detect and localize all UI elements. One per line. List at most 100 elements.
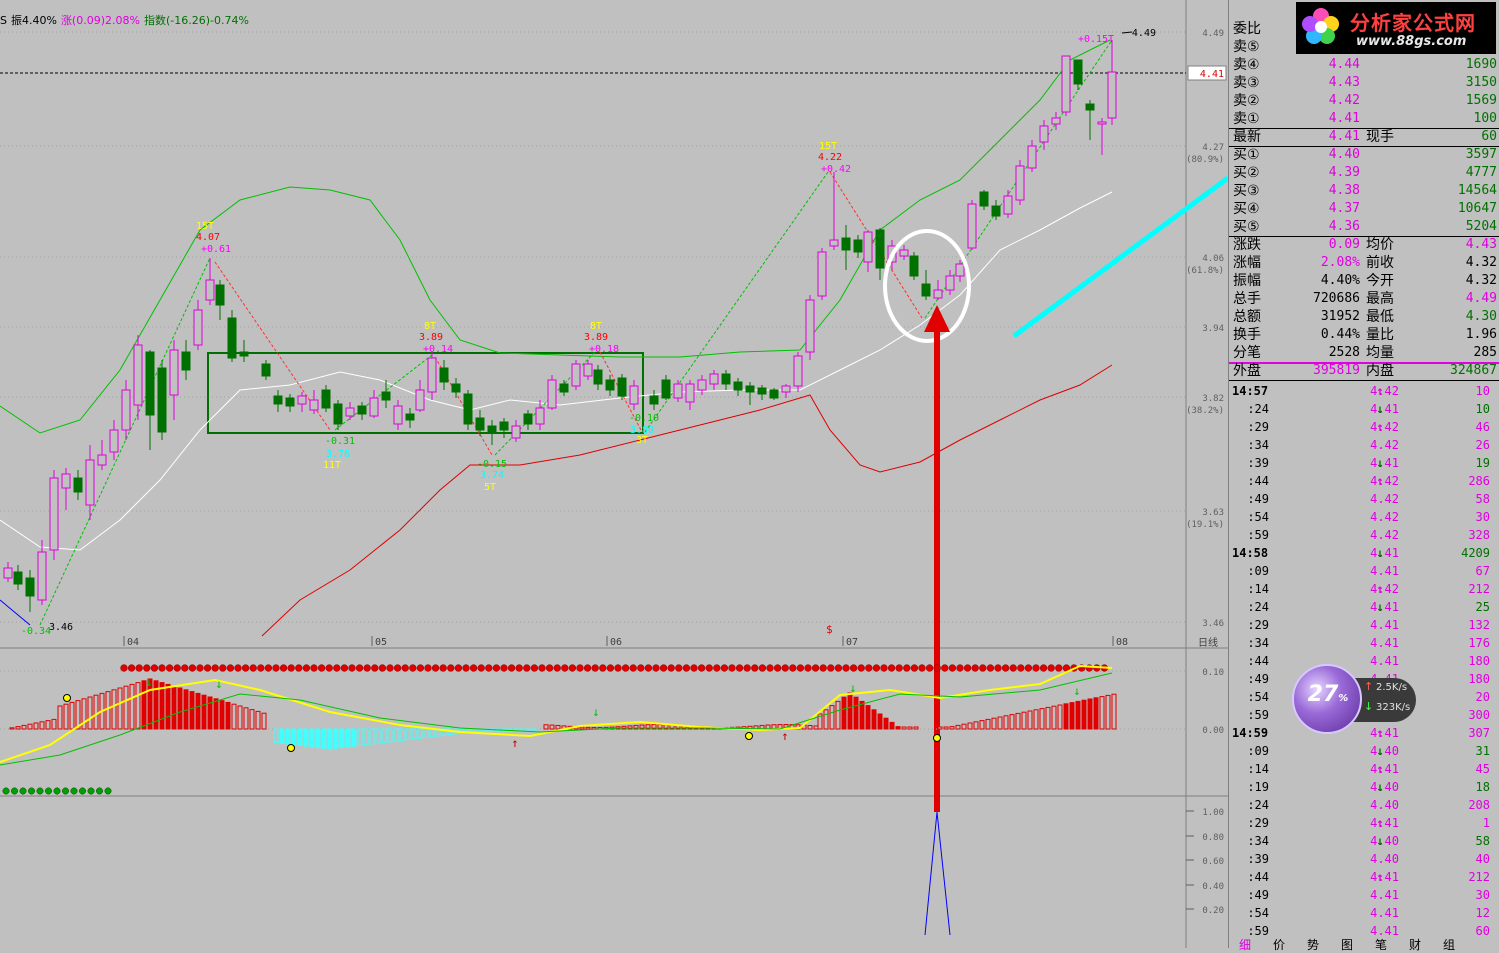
- up-arrow-icon: ↑: [1376, 384, 1384, 398]
- tick-time: :54: [1247, 906, 1269, 920]
- signal-dot-red: [439, 664, 447, 672]
- tick-volume: 208: [1468, 798, 1490, 812]
- bottom-tab[interactable]: 图: [1330, 936, 1364, 953]
- latest-price: 4.41: [1328, 129, 1360, 144]
- stat-row: 涨幅 2.08% 前收 4.32: [1229, 254, 1499, 272]
- tick-volume: 12: [1475, 906, 1490, 920]
- tick-row: :39 4.40 40: [1229, 850, 1499, 868]
- bid-row-value: 4.38: [1328, 183, 1360, 198]
- signal-dot-red: [834, 664, 843, 672]
- stat-row-value: 0.44%: [1320, 327, 1360, 342]
- kline-chart-area[interactable]: 4.49 4.27 (80.9%) 4.06 (61.8%) 3.94 3.82 (38.2%…: [0, 0, 1228, 948]
- stat-row-value2: 4.30: [1465, 309, 1497, 324]
- tick-time: :19: [1247, 780, 1269, 794]
- up-candle: [1027, 145, 1037, 169]
- macd-bar-positive: [973, 721, 979, 730]
- tick-time: 14:59: [1232, 726, 1269, 740]
- signal-dot-green: [2, 787, 10, 795]
- kline-chart[interactable]: 4.49 4.27 (80.9%) 4.06 (61.8%) 3.94 3.82 (38.2%…: [0, 0, 1228, 948]
- signal-dot-red: [340, 664, 349, 672]
- bottom-tab[interactable]: 势: [1296, 936, 1330, 953]
- macd-bar-positive: [105, 691, 111, 730]
- tick-volume: 58: [1475, 492, 1490, 506]
- ask-row-value2: 1690: [1465, 57, 1497, 72]
- tick-price: 4.40: [1370, 852, 1399, 866]
- signal-dot-red: [188, 664, 197, 672]
- tick-row: :54 4.42 30: [1229, 508, 1499, 526]
- signal-dot-red: [538, 664, 546, 672]
- signal-dot-red: [963, 664, 972, 672]
- down-candle: [605, 379, 615, 391]
- tick-volume: 212: [1468, 870, 1490, 884]
- bid-row-label: 买③: [1233, 183, 1260, 199]
- ask-row-value: 4.42: [1328, 93, 1360, 108]
- signal-dot-red: [150, 664, 159, 672]
- macd-bar-positive: [219, 700, 225, 730]
- signal-dot-red: [637, 664, 645, 672]
- signal-dot-red: [789, 664, 797, 672]
- bottom-tab[interactable]: 细: [1228, 936, 1262, 953]
- tick-time: :09: [1247, 744, 1269, 758]
- macd-bar-positive: [829, 705, 835, 730]
- tick-time: :39: [1247, 852, 1269, 866]
- latest-row: 最新 4.41 现手 60: [1229, 128, 1499, 146]
- signal-dot-red: [462, 664, 470, 672]
- tick-row: :29 4.41 ↑ 1: [1229, 814, 1499, 832]
- upload-arrow-icon: ↑: [1364, 680, 1374, 693]
- macd-bar-negative: [315, 728, 321, 749]
- signal-dot-green: [36, 787, 44, 795]
- signal-dot-green: [53, 787, 61, 795]
- signal-dot-red: [120, 664, 128, 672]
- chart-annotation: 11T: [323, 460, 341, 471]
- signal-dot-red: [705, 664, 713, 672]
- macd-bar-positive: [865, 705, 871, 730]
- up-arrow-icon: ↑: [1376, 420, 1384, 434]
- up-candle: [109, 429, 119, 453]
- down-arrow-icon: ↓: [1376, 600, 1384, 614]
- stat-row-label: 涨幅: [1233, 255, 1261, 271]
- macd-bar-positive: [39, 721, 45, 730]
- down-candle: [499, 421, 509, 431]
- up-arrow-icon: ↑: [1376, 762, 1384, 776]
- macd-bar-positive: [979, 720, 985, 730]
- signal-dot-red: [257, 664, 265, 672]
- down-candle: [215, 284, 225, 306]
- macd-bar-positive: [165, 683, 171, 730]
- signal-dot-red: [948, 664, 957, 672]
- stat-row-label: 涨跌: [1233, 237, 1261, 253]
- signal-dot-green: [79, 787, 86, 795]
- signal-dot-red: [553, 664, 561, 672]
- signal-dot-red: [500, 664, 508, 672]
- bottom-tab[interactable]: 组: [1432, 936, 1466, 953]
- macd-bar-positive: [937, 726, 943, 730]
- up-candle: [133, 344, 143, 406]
- network-speed-widget[interactable]: 27% ↑ 2.5K/s ↓ 323K/s: [1292, 664, 1418, 734]
- macd-bar-negative: [369, 728, 375, 745]
- up-candle: [535, 407, 545, 425]
- macd-bar-negative: [279, 728, 285, 744]
- download-arrow-icon: ↓: [1364, 700, 1374, 713]
- info-amplitude: 振4.40%: [10, 14, 57, 27]
- macd-bar-positive: [627, 725, 633, 730]
- bid-row: 买④ 4.37 10647: [1229, 200, 1499, 218]
- down-candle: [523, 413, 533, 425]
- tick-price: 4.42: [1370, 582, 1399, 596]
- macd-bar-positive: [123, 685, 129, 730]
- down-candle: [25, 577, 35, 597]
- down-candle: [745, 385, 755, 393]
- macd-bar-negative: [393, 728, 399, 742]
- month-label: 06: [610, 637, 622, 648]
- bottom-tab[interactable]: 财: [1398, 936, 1432, 953]
- tick-time: :54: [1247, 510, 1269, 524]
- macd-bar-positive: [261, 712, 267, 730]
- down-candle: [157, 367, 167, 433]
- bottom-axis-label: 0.40: [1202, 882, 1224, 892]
- bottom-tab[interactable]: 价: [1262, 936, 1296, 953]
- wave-up-line: [644, 171, 829, 433]
- macd-bar-negative: [321, 728, 327, 749]
- down-candle: [1073, 59, 1083, 85]
- chart-annotation: 3T: [636, 435, 648, 446]
- up-candle: [863, 231, 873, 263]
- signal-dot-red: [728, 664, 736, 672]
- bottom-tab[interactable]: 笔: [1364, 936, 1398, 953]
